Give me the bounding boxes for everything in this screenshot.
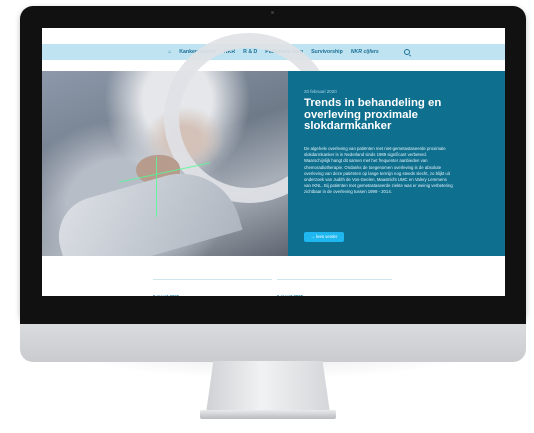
hero-summary: De algehele overleving van patiënten met…	[304, 146, 453, 195]
hero-image	[42, 33, 334, 280]
browser-screen: ⌂ Kankersoorten NKR R & D Palliatieve zo…	[42, 28, 505, 302]
monitor: ⌂ Kankersoorten NKR R & D Palliatieve zo…	[20, 6, 526, 324]
search-icon[interactable]	[404, 49, 410, 55]
home-icon[interactable]: ⌂	[168, 49, 171, 55]
divider	[153, 279, 272, 280]
nav-item-survivorship[interactable]: Survivorship	[311, 49, 343, 55]
monitor-base	[200, 410, 336, 419]
hero-title: Trends in behandeling en overleving prox…	[304, 97, 442, 132]
divider	[277, 279, 392, 280]
read-more-button[interactable]: → lees verder	[304, 232, 344, 242]
hero-text-panel: 20 februari 2020 Trends in behandeling e…	[288, 71, 505, 256]
monitor-bezel-bottom	[20, 296, 526, 324]
hero-section: 20 februari 2020 Trends in behandeling e…	[42, 33, 505, 280]
camera	[271, 11, 274, 14]
nav-item-nkr-cijfers[interactable]: NKR cijfers	[351, 49, 379, 55]
hero-date: 20 februari 2020	[304, 89, 337, 94]
monitor-stand	[206, 361, 330, 413]
laser-line	[156, 157, 157, 217]
